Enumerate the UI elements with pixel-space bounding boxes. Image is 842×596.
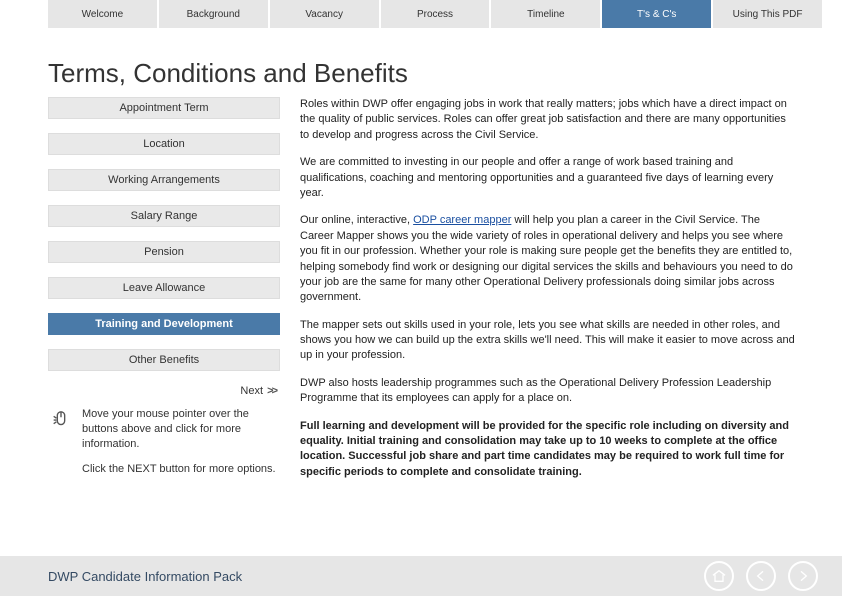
content-paragraph-5: DWP also hosts leadership programmes suc…: [300, 376, 796, 407]
hint-text-1: Move your mouse pointer over the buttons…: [82, 407, 280, 452]
tab-timeline[interactable]: Timeline: [491, 0, 602, 28]
content-paragraph-2: We are committed to investing in our peo…: [300, 155, 796, 201]
tab-process[interactable]: Process: [381, 0, 492, 28]
sidebar-item-appointment-term[interactable]: Appointment Term: [48, 97, 280, 119]
sidebar-item-other-benefits[interactable]: Other Benefits: [48, 349, 280, 371]
odp-career-mapper-link[interactable]: ODP career mapper: [413, 214, 511, 226]
sidebar-item-working-arrangements[interactable]: Working Arrangements: [48, 169, 280, 191]
main-content: Roles within DWP offer engaging jobs in …: [300, 97, 822, 492]
footer-bar: DWP Candidate Information Pack: [0, 556, 842, 596]
next-label: Next: [240, 385, 263, 397]
next-button[interactable]: Next >>: [48, 385, 280, 397]
content-paragraph-4: The mapper sets out skills used in your …: [300, 318, 796, 364]
arrow-right-icon: [795, 568, 811, 584]
prev-page-button[interactable]: [746, 561, 776, 591]
top-tab-bar: Welcome Background Vacancy Process Timel…: [0, 0, 842, 28]
content-paragraph-6: Full learning and development will be pr…: [300, 419, 796, 481]
page-title: Terms, Conditions and Benefits: [0, 58, 842, 97]
content-paragraph-1: Roles within DWP offer engaging jobs in …: [300, 97, 796, 143]
sidebar-item-salary-range[interactable]: Salary Range: [48, 205, 280, 227]
tab-using-this-pdf[interactable]: Using This PDF: [713, 0, 822, 28]
content-paragraph-3: Our online, interactive, ODP career mapp…: [300, 213, 796, 305]
home-button[interactable]: [704, 561, 734, 591]
sidebar-item-training-and-development[interactable]: Training and Development: [48, 313, 280, 335]
tab-background[interactable]: Background: [159, 0, 270, 28]
sidebar-item-pension[interactable]: Pension: [48, 241, 280, 263]
home-icon: [711, 568, 727, 584]
tab-ts-and-cs[interactable]: T's & C's: [602, 0, 713, 28]
hint-block: Move your mouse pointer over the buttons…: [48, 407, 280, 486]
sidebar-item-leave-allowance[interactable]: Leave Allowance: [48, 277, 280, 299]
footer-title: DWP Candidate Information Pack: [48, 569, 242, 584]
mouse-pointer-icon: [50, 407, 72, 486]
sidebar: Appointment Term Location Working Arrang…: [0, 97, 300, 492]
tab-vacancy[interactable]: Vacancy: [270, 0, 381, 28]
arrow-left-icon: [753, 568, 769, 584]
next-page-button[interactable]: [788, 561, 818, 591]
hint-text-2: Click the NEXT button for more options.: [82, 462, 280, 477]
chevron-right-double-icon: >>: [266, 385, 276, 397]
sidebar-item-location[interactable]: Location: [48, 133, 280, 155]
tab-welcome[interactable]: Welcome: [48, 0, 159, 28]
